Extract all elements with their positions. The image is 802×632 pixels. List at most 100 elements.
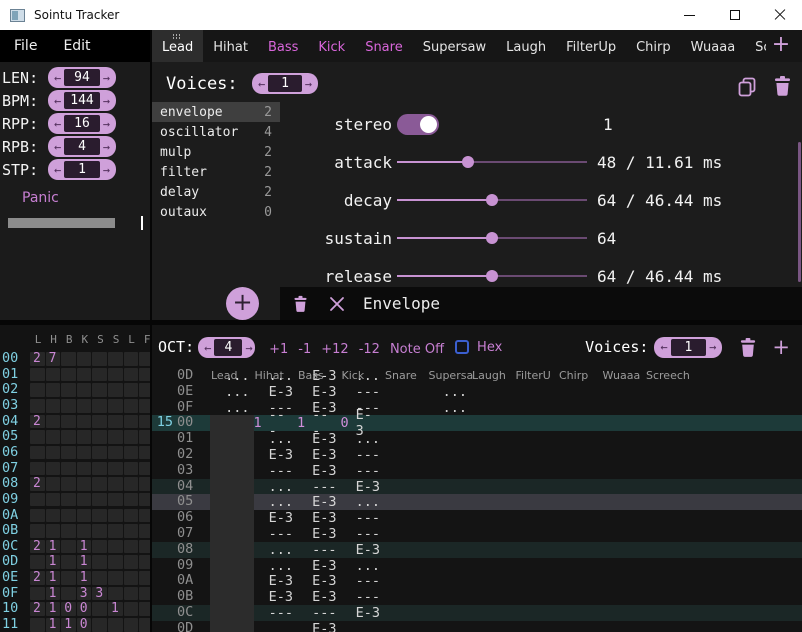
order-cell[interactable] [124,399,139,413]
pattern-cell[interactable] [645,542,689,558]
order-cell[interactable] [46,524,61,538]
order-cell[interactable] [46,462,61,476]
order-cell[interactable] [108,399,123,413]
order-cell[interactable] [46,430,61,444]
decay-slider[interactable] [397,193,587,207]
tab-bass[interactable]: Bass [258,30,308,62]
pattern-cell[interactable] [515,510,559,526]
order-cell[interactable] [124,555,139,569]
pattern-cell[interactable] [558,463,602,479]
pattern-cell[interactable] [602,400,646,416]
pattern-cell[interactable] [602,558,646,574]
order-cell[interactable]: 2 [30,477,45,491]
pattern-cell[interactable] [210,526,254,542]
order-cell[interactable] [61,477,76,491]
len-stepper-decrease-arrow[interactable]: ← [51,72,64,84]
pattern-cell[interactable]: E-3 [297,447,341,463]
pattern-cell[interactable] [471,542,515,558]
order-cell[interactable] [108,509,123,523]
pattern-cell[interactable]: ... [341,558,385,574]
tab-filterup[interactable]: FilterUp [556,30,626,62]
pattern-cell[interactable]: --- [341,510,385,526]
order-cell[interactable] [61,446,76,460]
order-cell[interactable] [124,462,139,476]
order-cell[interactable] [30,383,45,397]
pattern-cell[interactable] [645,494,689,510]
pattern-cell[interactable] [210,510,254,526]
pattern-cell[interactable]: --- [341,573,385,589]
pattern-cell[interactable] [210,431,254,447]
order-cell[interactable] [77,368,92,382]
pattern-cell[interactable]: --- [297,605,341,621]
pattern-cell[interactable] [471,431,515,447]
order-cell[interactable] [139,462,150,476]
octave-stepper-decrease-arrow[interactable]: ← [201,342,214,354]
pattern-cell[interactable] [602,510,646,526]
pattern-cell[interactable]: --- [341,589,385,605]
stereo-toggle[interactable] [397,114,439,135]
order-cell[interactable] [92,368,107,382]
order-cell[interactable]: 0 [61,602,76,616]
pattern-cell[interactable] [558,384,602,400]
pattern-cell[interactable] [645,447,689,463]
pattern-cell[interactable] [428,621,472,632]
unit-item-envelope[interactable]: envelope2 [152,102,280,122]
pattern-cell[interactable] [558,526,602,542]
note-button--12[interactable]: -12 [359,342,380,357]
pattern-cell[interactable] [602,589,646,605]
order-cell[interactable] [139,352,150,366]
order-cell[interactable] [108,618,123,632]
order-cell[interactable] [92,540,107,554]
pattern-cell[interactable]: ... [254,542,298,558]
order-cell[interactable]: 3 [92,587,107,601]
pattern-cell[interactable] [602,431,646,447]
order-cell[interactable] [61,462,76,476]
pattern-cell[interactable] [254,621,298,632]
pattern-cell[interactable]: --- [341,463,385,479]
tab-chirp[interactable]: Chirp [626,30,681,62]
pattern-cell[interactable]: --- [341,384,385,400]
progress-tick[interactable] [141,216,143,230]
order-cell[interactable] [61,571,76,585]
add-unit-button[interactable]: + [226,287,259,320]
order-cell[interactable] [92,446,107,460]
order-cell[interactable] [61,493,76,507]
pattern-cell[interactable]: ... [254,494,298,510]
pattern-cell[interactable] [515,431,559,447]
order-cell[interactable] [92,430,107,444]
order-cell[interactable] [139,415,150,429]
order-cell[interactable] [30,587,45,601]
order-cell[interactable]: 0 [77,618,92,632]
pattern-cell[interactable] [384,573,428,589]
pattern-cell[interactable] [515,463,559,479]
order-cell[interactable] [139,383,150,397]
pattern-cell[interactable] [210,463,254,479]
order-cell[interactable] [46,509,61,523]
pattern-cell[interactable] [471,479,515,495]
order-cell[interactable] [139,509,150,523]
pattern-cell[interactable] [602,621,646,632]
pattern-cell[interactable] [210,542,254,558]
pattern-cell[interactable]: E-3 [341,542,385,558]
pattern-cell[interactable]: --- [341,447,385,463]
order-cell[interactable] [61,587,76,601]
slider-handle[interactable] [462,156,474,168]
pattern-cell[interactable]: 1--- [297,415,341,431]
pattern-cell[interactable] [558,573,602,589]
pattern-cell[interactable] [645,463,689,479]
pattern-cell[interactable] [471,415,515,431]
track-voices-stepper[interactable]: ←1→ [654,337,722,358]
pattern-cell[interactable] [210,558,254,574]
order-cell[interactable] [61,540,76,554]
pattern-cell[interactable] [471,526,515,542]
pattern-cell[interactable] [558,605,602,621]
pattern-cell[interactable] [558,621,602,632]
order-cell[interactable] [92,602,107,616]
order-cell[interactable] [92,462,107,476]
pattern-cell[interactable] [471,463,515,479]
pattern-cell[interactable] [602,605,646,621]
maximize-button[interactable] [712,0,757,30]
pattern-cell[interactable]: E-3 [254,589,298,605]
order-cell[interactable] [61,368,76,382]
pattern-cell[interactable]: ... [254,431,298,447]
